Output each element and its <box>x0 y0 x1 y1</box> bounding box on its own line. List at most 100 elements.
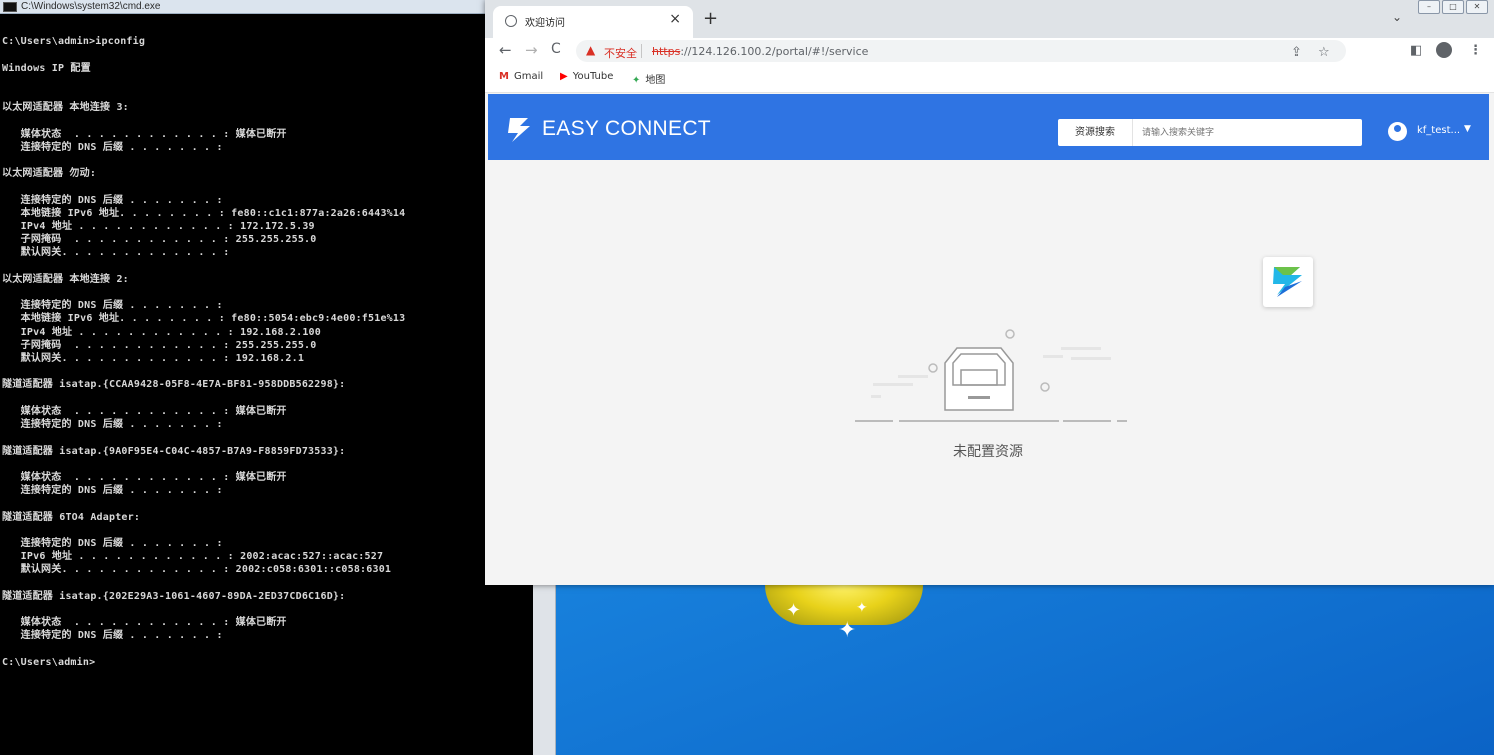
bookmark-label: Gmail <box>513 71 544 82</box>
cmd-output-line: 连接特定的 DNS 后缀 . . . . . . . : <box>2 630 223 642</box>
youtube-icon: ▶ <box>560 71 568 82</box>
cmd-output-line: 本地链接 IPv6 地址. . . . . . . . : fe80::c1c1… <box>2 207 406 219</box>
cmd-output-line: 以太网适配器 本地连接 3: <box>2 102 129 114</box>
bookmark-label: 地图 <box>645 75 666 86</box>
cmd-output-line: IPv4 地址 . . . . . . . . . . . . : 192.16… <box>2 326 321 338</box>
cmd-output-line <box>2 114 533 127</box>
cmd-output-line: 以太网适配器 勿动: <box>2 168 97 180</box>
side-panel-icon[interactable]: ◧ <box>1410 43 1422 58</box>
gmail-icon: M <box>499 71 509 82</box>
cmd-output-line <box>2 577 533 590</box>
sparkle-icon: ✦ <box>856 600 868 616</box>
cmd-output-line: 连接特定的 DNS 后缀 . . . . . . . : <box>2 141 223 153</box>
tab-strip: 欢迎访问 × + ⌄ – □ ✕ <box>485 0 1494 38</box>
globe-icon <box>505 15 517 27</box>
cmd-output-line <box>2 180 533 193</box>
resource-search: 资源搜索 <box>1058 119 1362 146</box>
browser-window: 欢迎访问 × + ⌄ – □ ✕ ← → C ▲ 不安全 https://124… <box>485 0 1494 585</box>
cmd-output-line: C:\Users\admin>ipconfig <box>2 36 146 48</box>
cmd-output-line: 隧道适配器 6TO4 Adapter: <box>2 511 141 523</box>
cmd-output-line <box>2 365 533 378</box>
maps-icon: ✦ <box>632 75 641 86</box>
cmd-output-line: 连接特定的 DNS 后缀 . . . . . . . : <box>2 194 223 206</box>
cmd-title: C:\Windows\system32\cmd.exe <box>21 1 161 12</box>
cmd-output-line: 本地链接 IPv6 地址. . . . . . . . : fe80::5054… <box>2 313 406 325</box>
portal-content: 未配置资源 <box>488 160 1489 582</box>
cmd-output-line: 连接特定的 DNS 后缀 . . . . . . . : <box>2 419 223 431</box>
floating-client-button[interactable] <box>1263 257 1313 307</box>
cmd-output-line <box>2 458 533 471</box>
profile-icon[interactable] <box>1436 42 1452 58</box>
bookmark-label: YouTube <box>572 71 614 82</box>
cmd-output-line: 以太网适配器 本地连接 2: <box>2 273 129 285</box>
url-rest: ://124.126.100.2/portal/#!/service <box>680 45 869 58</box>
cmd-output-line: 媒体状态 . . . . . . . . . . . . : 媒体已断开 <box>2 128 287 140</box>
cmd-output-line: 媒体状态 . . . . . . . . . . . . : 媒体已断开 <box>2 617 287 629</box>
sparkle-icon: ✦ <box>838 618 857 643</box>
cmd-output-line <box>2 431 533 444</box>
cmd-output-line <box>2 392 533 405</box>
username[interactable]: kf_test... <box>1417 125 1460 136</box>
tab-search-dropdown[interactable]: ⌄ <box>1392 10 1402 24</box>
star-icon[interactable]: ☆ <box>1318 45 1330 60</box>
cmd-output-line <box>2 497 533 510</box>
tab-close-button[interactable]: × <box>669 11 681 27</box>
bookmarks-bar: M Gmail ▶ YouTube ✦ 地图 <box>485 64 1494 93</box>
cmd-output[interactable]: C:\Users\admin>ipconfig Windows IP 配置 以太… <box>2 22 533 755</box>
easyconnect-client-icon <box>1273 267 1302 297</box>
cmd-output-line: 媒体状态 . . . . . . . . . . . . : 媒体已断开 <box>2 405 287 417</box>
easyconnect-logo-icon <box>508 118 530 142</box>
divider <box>641 44 642 58</box>
cmd-output-line: 子网掩码 . . . . . . . . . . . . : 255.255.2… <box>2 234 317 246</box>
cmd-output-line: Windows IP 配置 <box>2 62 91 74</box>
cmd-output-line: 子网掩码 . . . . . . . . . . . . : 255.255.2… <box>2 339 317 351</box>
cmd-output-line: 连接特定的 DNS 后缀 . . . . . . . : <box>2 300 223 312</box>
minimize-icon[interactable]: – <box>1418 0 1440 14</box>
caret-down-icon[interactable]: ▼ <box>1464 124 1471 134</box>
resource-search-input[interactable] <box>1142 119 1352 146</box>
new-tab-button[interactable]: + <box>703 8 718 29</box>
cmd-titlebar[interactable]: C:\Windows\system32\cmd.exe <box>0 0 533 14</box>
cmd-output-line <box>2 643 533 656</box>
cmd-window: C:\Windows\system32\cmd.exe C:\Users\adm… <box>0 0 533 755</box>
portal-brand: EASY CONNECT <box>542 117 711 140</box>
cmd-output-line <box>2 88 533 101</box>
tab-welcome[interactable]: 欢迎访问 × <box>493 6 693 38</box>
forward-icon[interactable]: → <box>525 41 538 59</box>
bookmark-maps[interactable]: ✦ 地图 <box>632 71 665 86</box>
security-label[interactable]: 不安全 <box>604 45 637 61</box>
user-avatar-icon[interactable] <box>1388 122 1407 141</box>
window-controls: – □ ✕ <box>1418 0 1488 14</box>
cmd-output-line: IPv6 地址 . . . . . . . . . . . . : 2002:a… <box>2 551 384 563</box>
cmd-output-line <box>2 286 533 299</box>
resource-search-button[interactable]: 资源搜索 <box>1058 119 1133 146</box>
cmd-icon <box>3 2 17 12</box>
cmd-output-line <box>2 524 533 537</box>
maximize-icon[interactable]: □ <box>1442 0 1464 14</box>
cmd-output-line: 隧道适配器 isatap.{9A0F95E4-C04C-4857-B7A9-F8… <box>2 445 346 457</box>
bookmark-gmail[interactable]: M Gmail <box>499 71 543 82</box>
cmd-output-line <box>2 603 533 616</box>
browser-toolbar: ← → C ▲ 不安全 https://124.126.100.2/portal… <box>485 38 1494 64</box>
cmd-output-line <box>2 260 533 273</box>
close-icon[interactable]: ✕ <box>1466 0 1488 14</box>
menu-icon[interactable]: ⋮ <box>1469 43 1482 58</box>
url-text[interactable]: https://124.126.100.2/portal/#!/service <box>652 45 868 58</box>
cmd-output-line: 隧道适配器 isatap.{202E29A3-1061-4607-89DA-2E… <box>2 590 346 602</box>
cmd-output-line: IPv4 地址 . . . . . . . . . . . . : 172.17… <box>2 221 315 233</box>
bookmark-youtube[interactable]: ▶ YouTube <box>560 71 613 82</box>
url-scheme: https <box>652 45 681 58</box>
portal-header: EASY CONNECT 资源搜索 kf_test... ▼ <box>488 94 1489 160</box>
warning-icon: ▲ <box>586 43 596 57</box>
cmd-output-line <box>2 75 533 88</box>
cmd-output-line: C:\Users\admin> <box>2 656 96 668</box>
cmd-output-line: 默认网关. . . . . . . . . . . . . : 2002:c05… <box>2 564 392 576</box>
empty-state-message: 未配置资源 <box>953 444 1023 460</box>
sparkle-icon: ✦ <box>786 600 802 621</box>
share-icon[interactable]: ⇪ <box>1291 45 1302 60</box>
cmd-output-line: 默认网关. . . . . . . . . . . . . : 192.168.… <box>2 353 305 365</box>
back-icon[interactable]: ← <box>499 41 512 59</box>
cmd-output-line: 媒体状态 . . . . . . . . . . . . : 媒体已断开 <box>2 471 287 483</box>
address-bar[interactable]: ▲ 不安全 https://124.126.100.2/portal/#!/se… <box>576 40 1346 62</box>
reload-icon[interactable]: C <box>551 41 561 57</box>
